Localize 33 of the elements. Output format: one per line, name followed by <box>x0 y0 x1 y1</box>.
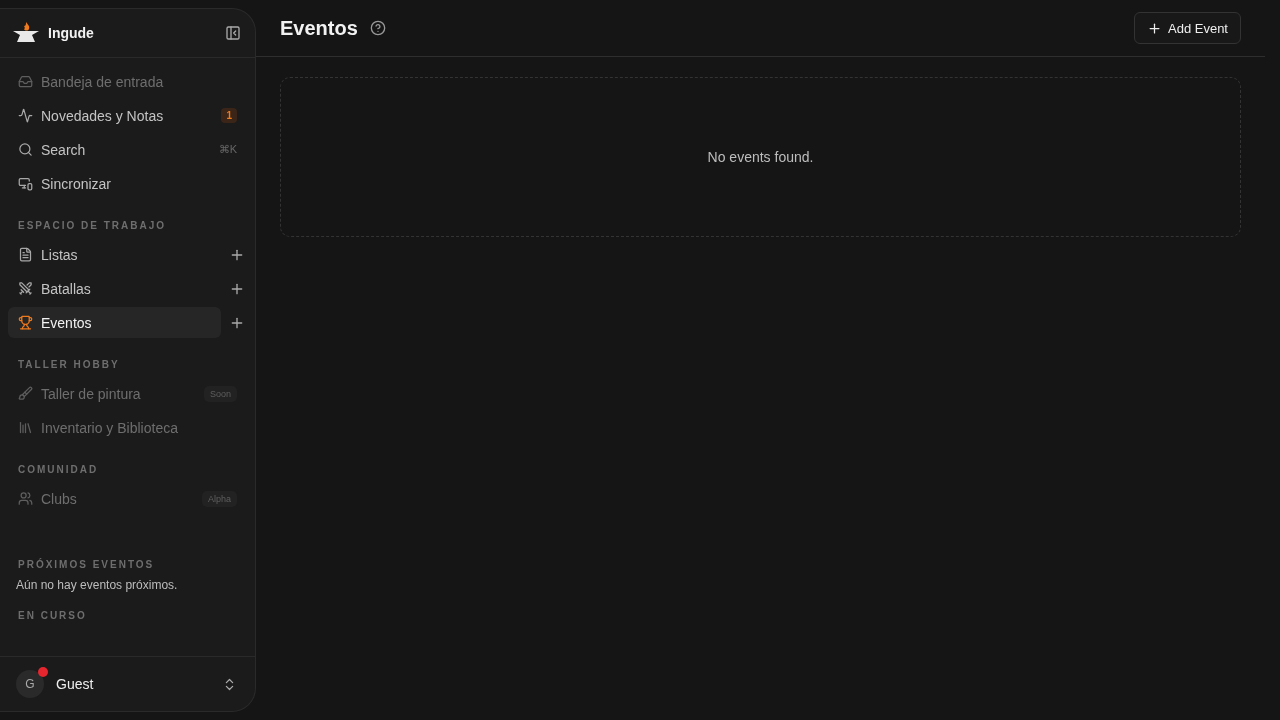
nav-icon <box>18 108 33 123</box>
count-badge: 1 <box>221 108 237 123</box>
section-heading: COMUNIDAD <box>17 463 100 477</box>
sidebar-item[interactable]: Novedades y Notas 1 <box>8 100 247 131</box>
keyboard-shortcut: ⌘K <box>218 143 237 156</box>
page-title: Eventos <box>280 16 358 40</box>
plus-icon <box>1147 20 1162 36</box>
brand-name: Ingude <box>48 25 95 41</box>
nav-icon <box>18 142 33 157</box>
help-icon[interactable] <box>369 20 386 36</box>
section-heading: ESPACIO DE TRABAJO <box>17 219 168 233</box>
section-heading: TALLER HOBBY <box>17 358 121 372</box>
anvil-flame-logo <box>12 21 40 45</box>
nav-icon <box>18 420 33 435</box>
nav-icon <box>18 247 33 262</box>
add-event-button[interactable]: Add Event <box>1134 12 1241 44</box>
sidebar-item[interactable]: Sincronizar <box>8 168 247 199</box>
section-heading: EN CURSO <box>17 609 88 623</box>
nav-icon <box>18 386 33 401</box>
user-name: Guest <box>56 676 95 692</box>
collapse-sidebar-button[interactable] <box>223 23 243 43</box>
sidebar-item[interactable]: Eventos <box>8 307 221 338</box>
nav-icon <box>18 315 33 330</box>
nav-icon <box>18 74 33 89</box>
section-heading: PRÓXIMOS EVENTOS <box>17 557 156 572</box>
empty-message: Aún no hay eventos próximos. <box>15 578 179 592</box>
sidebar-item[interactable]: Search ⌘K <box>8 134 247 165</box>
sidebar-item[interactable]: Batallas <box>8 273 221 304</box>
nav-icon <box>18 491 33 506</box>
sidebar-item[interactable]: Listas <box>8 239 221 270</box>
nav-icon <box>18 281 33 296</box>
empty-message: No events found. <box>707 149 814 165</box>
nav-icon <box>18 176 33 191</box>
